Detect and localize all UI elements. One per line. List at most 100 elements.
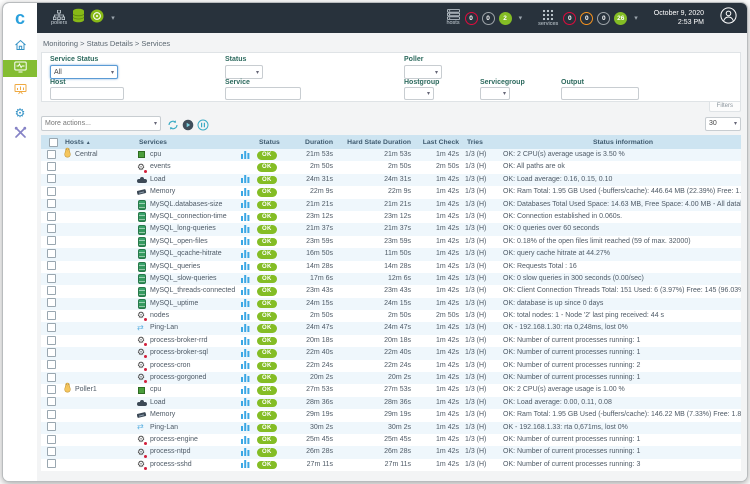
graph-icon[interactable]	[241, 337, 250, 344]
output-input[interactable]	[561, 87, 639, 100]
service-name-link[interactable]: cpu	[150, 149, 161, 161]
service-name-link[interactable]: MySQL_qcache-hitrate	[150, 248, 222, 260]
service-name-link[interactable]: MySQL_connection-time	[150, 211, 227, 223]
graph-icon[interactable]	[241, 436, 250, 443]
service-name-link[interactable]: Ping-Lan	[150, 322, 178, 334]
column-hard-state-duration[interactable]: Hard State Duration	[339, 139, 417, 146]
service-name-link[interactable]: MySQL_uptime	[150, 298, 198, 310]
service-name-link[interactable]: Memory	[150, 186, 175, 198]
service-name-link[interactable]: process-cron	[150, 360, 190, 372]
service-name-link[interactable]: MySQL_threads-connected	[150, 285, 235, 297]
column-tries[interactable]: Tries	[465, 139, 503, 146]
column-services[interactable]: Services	[137, 139, 241, 146]
play-icon[interactable]	[182, 118, 194, 130]
page-size-select[interactable]: 30 ▾	[705, 117, 741, 131]
service-status-select[interactable]: All ▾	[50, 65, 118, 79]
row-checkbox[interactable]	[47, 373, 56, 382]
service-name-link[interactable]: process-engine	[150, 434, 198, 446]
status-counter[interactable]: 0	[597, 12, 610, 25]
graph-icon[interactable]	[241, 213, 250, 220]
sidebar-item-home[interactable]	[3, 38, 37, 55]
graph-icon[interactable]	[241, 188, 250, 195]
row-checkbox[interactable]	[47, 410, 56, 419]
row-checkbox[interactable]	[47, 286, 56, 295]
row-checkbox[interactable]	[47, 261, 56, 270]
select-all-checkbox[interactable]	[49, 138, 58, 147]
column-hosts[interactable]: Hosts ▲	[63, 139, 137, 146]
poller-select[interactable]: ▾	[404, 65, 442, 79]
graph-icon[interactable]	[241, 349, 250, 356]
host-input[interactable]	[50, 87, 124, 100]
graph-icon[interactable]	[241, 225, 250, 232]
row-checkbox[interactable]	[47, 187, 56, 196]
graph-icon[interactable]	[241, 176, 250, 183]
graph-icon[interactable]	[241, 461, 250, 468]
sidebar-item-configuration[interactable]: ⚙	[3, 104, 37, 121]
graph-icon[interactable]	[241, 250, 250, 257]
column-status-information[interactable]: Status information	[503, 139, 741, 146]
service-name-link[interactable]: events	[150, 161, 171, 173]
centreon-logo[interactable]: c	[3, 3, 37, 33]
row-checkbox[interactable]	[47, 236, 56, 245]
row-checkbox[interactable]	[47, 459, 56, 468]
graph-icon[interactable]	[241, 424, 250, 431]
status-counter[interactable]: 0	[482, 12, 495, 25]
service-name-link[interactable]: MySQL_queries	[150, 261, 200, 273]
host-name-link[interactable]: Poller1	[75, 384, 97, 396]
row-checkbox[interactable]	[47, 224, 56, 233]
refresh-icon[interactable]	[167, 118, 179, 130]
row-checkbox[interactable]	[47, 348, 56, 357]
graph-icon[interactable]	[241, 238, 250, 245]
more-actions-select[interactable]: More actions... ▾	[41, 116, 161, 131]
graph-icon[interactable]	[241, 151, 250, 158]
graph-icon[interactable]	[241, 386, 250, 393]
service-name-link[interactable]: process-ntpd	[150, 446, 190, 458]
graph-icon[interactable]	[241, 300, 250, 307]
chevron-down-icon[interactable]: ▾	[111, 14, 115, 22]
row-checkbox[interactable]	[47, 174, 56, 183]
service-name-link[interactable]: Memory	[150, 409, 175, 421]
service-name-link[interactable]: process-broker-sql	[150, 347, 208, 359]
status-counter[interactable]: 0	[563, 12, 576, 25]
status-counter[interactable]: 26	[614, 12, 627, 25]
sidebar-item-reporting[interactable]	[3, 82, 37, 99]
graph-icon[interactable]	[241, 287, 250, 294]
service-name-link[interactable]: process-gorgoned	[150, 372, 206, 384]
service-name-link[interactable]: Ping-Lan	[150, 422, 178, 434]
row-checkbox[interactable]	[47, 435, 56, 444]
row-checkbox[interactable]	[47, 360, 56, 369]
graph-icon[interactable]	[241, 362, 250, 369]
row-checkbox[interactable]	[47, 447, 56, 456]
chevron-down-icon[interactable]: ▾	[519, 14, 523, 22]
row-checkbox[interactable]	[47, 199, 56, 208]
filters-tab[interactable]: Filters	[709, 102, 741, 112]
service-input[interactable]	[225, 87, 301, 100]
service-name-link[interactable]: MySQL_open-files	[150, 236, 208, 248]
graph-icon[interactable]	[241, 201, 250, 208]
service-name-link[interactable]: MySQL.databases-size	[150, 199, 222, 211]
servicegroup-select[interactable]: ▾	[480, 87, 510, 100]
graph-icon[interactable]	[241, 275, 250, 282]
graph-icon[interactable]	[241, 324, 250, 331]
service-name-link[interactable]: Load	[150, 397, 166, 409]
row-checkbox[interactable]	[47, 323, 56, 332]
status-counter[interactable]: 0	[580, 12, 593, 25]
user-profile-icon[interactable]	[720, 7, 737, 29]
service-name-link[interactable]: MySQL_slow-queries	[150, 273, 217, 285]
column-status[interactable]: Status	[257, 139, 291, 146]
status-select[interactable]: ▾	[225, 65, 263, 79]
host-name-link[interactable]: Central	[75, 149, 98, 161]
row-checkbox[interactable]	[47, 397, 56, 406]
graph-icon[interactable]	[241, 263, 250, 270]
chevron-down-icon[interactable]: ▾	[634, 14, 638, 22]
graph-icon[interactable]	[241, 374, 250, 381]
row-checkbox[interactable]	[47, 298, 56, 307]
column-duration[interactable]: Duration	[291, 139, 339, 146]
row-checkbox[interactable]	[47, 336, 56, 345]
service-name-link[interactable]: Load	[150, 174, 166, 186]
row-checkbox[interactable]	[47, 274, 56, 283]
sidebar-item-monitoring[interactable]	[3, 60, 37, 77]
pause-icon[interactable]	[197, 118, 209, 130]
service-name-link[interactable]: nodes	[150, 310, 169, 322]
graph-icon[interactable]	[241, 448, 250, 455]
